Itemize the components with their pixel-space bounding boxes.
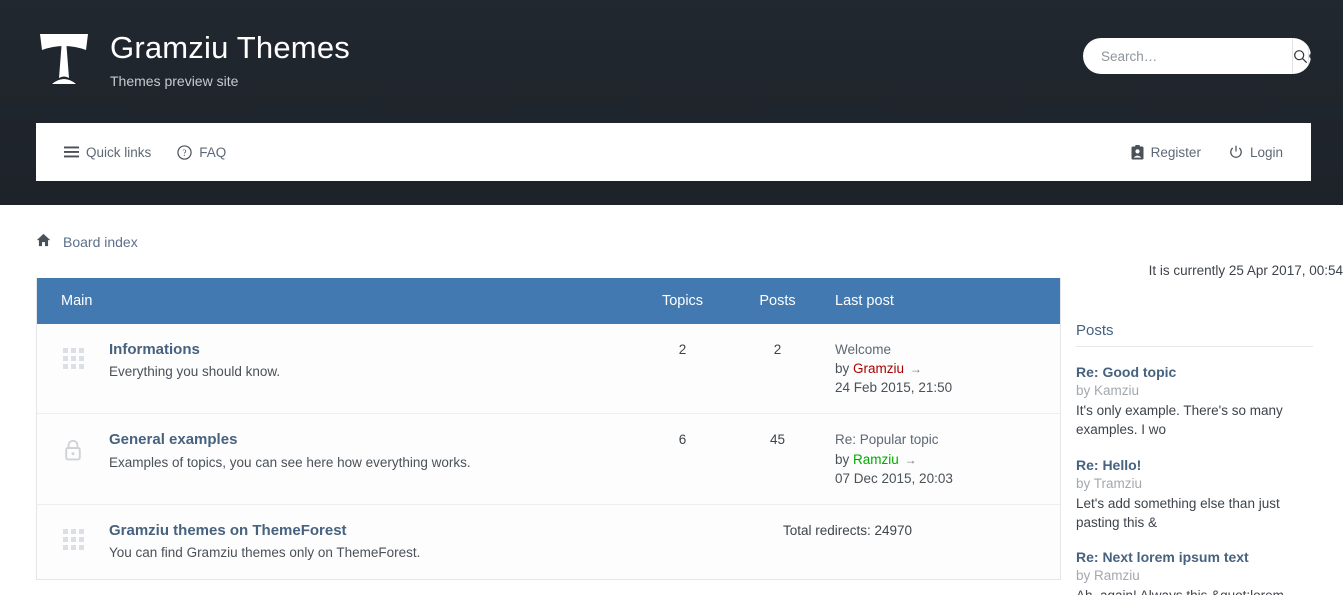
- list-item[interactable]: Re: Good topic by Kamziu It's only examp…: [1076, 363, 1313, 440]
- recent-post-excerpt: It's only example. There's so many examp…: [1076, 403, 1283, 438]
- hamburger-icon: [64, 146, 79, 158]
- home-icon[interactable]: [36, 233, 51, 250]
- last-post-author[interactable]: Ramziu: [853, 452, 899, 467]
- forum-posts-count: 2: [773, 342, 782, 357]
- forum-info: Gramziu themes on ThemeForest You can fi…: [109, 521, 635, 563]
- register-link[interactable]: Register: [1131, 144, 1201, 160]
- forum-table-header: Main Topics Posts Last post: [37, 278, 1060, 324]
- site-header: Gramziu Themes Themes preview site Searc…: [0, 0, 1343, 205]
- forum-posts-count: 45: [769, 432, 786, 448]
- last-post-time: 07 Dec 2015, 20:03: [835, 470, 953, 486]
- quick-links-menu[interactable]: Quick links: [64, 145, 151, 160]
- forum-info: General examples Examples of topics, you…: [109, 430, 635, 472]
- column-header-topics: Topics: [661, 293, 704, 309]
- sidebar: It is currently 25 Apr 2017, 00:54 Posts…: [1076, 205, 1343, 595]
- forum-grid-icon: [37, 521, 109, 550]
- forum-last-post: Welcome by Gramziu → 24 Feb 2015, 21:50: [825, 340, 1060, 397]
- quick-links-label: Quick links: [86, 144, 152, 160]
- page-body: Board index Main Topics Posts Last post …: [0, 205, 1343, 595]
- last-post-time: 24 Feb 2015, 21:50: [835, 380, 953, 396]
- recent-post-by-label: by: [1076, 568, 1091, 584]
- forum-redirect-count: Total redirects: 24970: [782, 522, 913, 538]
- forum-topics-count: 2: [678, 342, 687, 357]
- id-card-icon: [1131, 144, 1144, 160]
- goto-last-post-icon[interactable]: →: [910, 362, 922, 376]
- recent-post-author: by Kamziu: [1076, 383, 1313, 398]
- breadcrumb-board-index[interactable]: Board index: [63, 234, 138, 250]
- site-title: Gramziu Themes: [110, 29, 350, 65]
- faq-link[interactable]: ? FAQ: [177, 145, 226, 160]
- main-navbar: Quick links ? FAQ Register Login: [36, 123, 1311, 181]
- list-item[interactable]: Re: Hello! by Tramziu Let's add somethin…: [1076, 456, 1313, 533]
- login-label: Login: [1249, 144, 1283, 160]
- power-icon: [1229, 145, 1243, 159]
- forum-link[interactable]: Informations: [109, 340, 200, 360]
- forum-link[interactable]: Gramziu themes on ThemeForest: [109, 521, 347, 541]
- list-item[interactable]: Re: Next lorem ipsum text by Ramziu Ah, …: [1076, 548, 1313, 595]
- forum-description: You can find Gramziu themes only on Them…: [109, 545, 421, 561]
- forum-info: Informations Everything you should know.: [109, 340, 635, 382]
- recent-post-excerpt: Ah, again! Always this &quot;lorem ipsum…: [1076, 586, 1313, 595]
- recent-post-author-name: Tramziu: [1093, 475, 1143, 491]
- last-post-subject[interactable]: Re: Popular topic: [835, 432, 939, 447]
- letter-t-logo-icon: [36, 28, 92, 90]
- recent-post-author: by Tramziu: [1076, 476, 1313, 491]
- recent-post-excerpt: Let's add something else than just pasti…: [1076, 495, 1280, 530]
- search-icon[interactable]: [1292, 38, 1308, 74]
- main-content: Board index Main Topics Posts Last post …: [0, 205, 1061, 595]
- question-circle-icon: ?: [177, 144, 192, 160]
- last-post-by-label: by: [835, 361, 850, 377]
- search-box[interactable]: [1083, 38, 1311, 74]
- recent-post-title[interactable]: Re: Next lorem ipsum text: [1076, 548, 1313, 566]
- navbar-right-group: Register Login: [1131, 144, 1283, 160]
- navbar-left-group: Quick links ? FAQ: [64, 145, 226, 160]
- forum-topics-count: 6: [678, 432, 687, 448]
- table-row[interactable]: General examples Examples of topics, you…: [37, 414, 1060, 505]
- current-time: It is currently 25 Apr 2017, 00:54: [1148, 263, 1343, 278]
- register-label: Register: [1150, 144, 1201, 160]
- forum-description: Everything you should know.: [109, 364, 281, 380]
- last-post-by-label: by: [835, 451, 850, 467]
- column-header-main: Main: [61, 293, 93, 309]
- forum-list-main: Main Topics Posts Last post Informations…: [36, 278, 1061, 581]
- table-row[interactable]: Gramziu themes on ThemeForest You can fi…: [37, 504, 1060, 580]
- column-header-last-post: Last post: [835, 293, 894, 309]
- forum-grid-icon: [37, 340, 109, 369]
- login-link[interactable]: Login: [1229, 145, 1283, 160]
- site-branding[interactable]: Gramziu Themes Themes preview site: [36, 28, 350, 90]
- table-row[interactable]: Informations Everything you should know.…: [37, 324, 1060, 415]
- forum-link[interactable]: General examples: [109, 430, 237, 450]
- forum-last-post: Re: Popular topic by Ramziu → 07 Dec 201…: [825, 430, 1060, 487]
- recent-post-title[interactable]: Re: Hello!: [1076, 456, 1313, 474]
- recent-post-author-name: Kamziu: [1094, 383, 1140, 399]
- recent-post-author-name: Ramziu: [1094, 568, 1140, 584]
- svg-text:?: ?: [183, 147, 187, 157]
- forum-locked-icon: [37, 430, 109, 462]
- search-input[interactable]: [1083, 38, 1292, 74]
- breadcrumb: Board index: [0, 205, 1060, 250]
- last-post-subject[interactable]: Welcome: [835, 342, 891, 357]
- recent-post-by-label: by: [1076, 383, 1091, 399]
- faq-label: FAQ: [199, 144, 227, 160]
- goto-last-post-icon[interactable]: →: [905, 453, 917, 467]
- column-header-posts: Posts: [759, 293, 796, 309]
- sidebar-posts-heading: Posts: [1076, 322, 1313, 347]
- last-post-author[interactable]: Gramziu: [853, 361, 904, 376]
- recent-post-by-label: by: [1076, 475, 1091, 491]
- forum-description: Examples of topics, you can see here how…: [109, 454, 471, 470]
- site-description: Themes preview site: [110, 73, 239, 90]
- recent-post-author: by Ramziu: [1076, 568, 1313, 583]
- recent-post-title[interactable]: Re: Good topic: [1076, 363, 1313, 381]
